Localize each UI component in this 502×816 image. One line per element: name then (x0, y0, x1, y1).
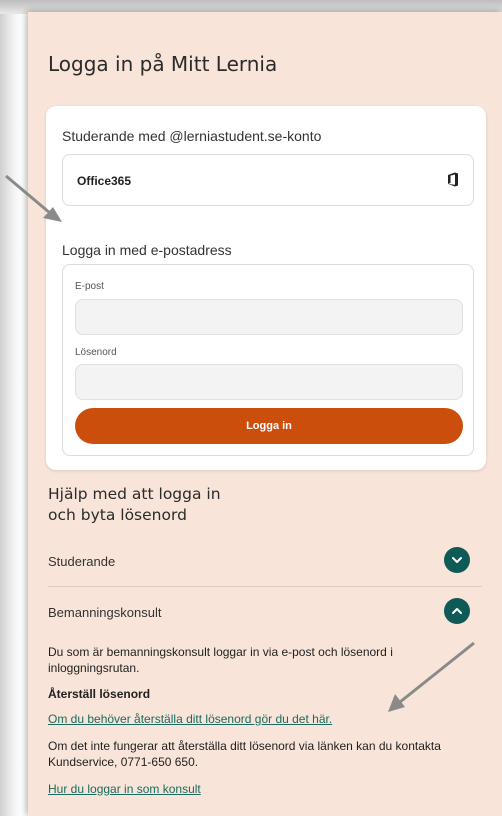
office365-login-button[interactable]: Office365 (62, 154, 474, 206)
consultant-login-help-link[interactable]: Hur du loggar in som konsult (48, 782, 201, 796)
office-icon (447, 172, 459, 187)
password-field[interactable] (75, 364, 463, 400)
reset-password-link[interactable]: Om du behöver återställa ditt lösenord g… (48, 712, 332, 726)
office365-label: Office365 (77, 174, 132, 188)
login-card: Studerande med @lerniastudent.se-konto O… (46, 106, 486, 470)
email-field[interactable] (75, 299, 463, 335)
reset-password-heading: Återställ lösenord (48, 687, 151, 701)
help-heading-line1: Hjälp med att logga in (48, 485, 221, 503)
password-label: Lösenord (75, 347, 117, 358)
accordion-item-bemanningskonsult[interactable]: Bemanningskonsult (48, 598, 482, 626)
consultant-info-text: Du som är bemanningskonsult loggar in vi… (48, 645, 393, 675)
login-panel: Logga in på Mitt Lernia Studerande med @… (28, 12, 502, 816)
login-button[interactable]: Logga in (75, 408, 463, 444)
student-section-label: Studerande med @lerniastudent.se-konto (62, 128, 322, 144)
chevron-down-icon[interactable] (444, 547, 470, 573)
email-label: E-post (75, 281, 104, 292)
customer-service-text: Om det inte fungerar att återställa ditt… (48, 739, 441, 769)
page-title: Logga in på Mitt Lernia (48, 52, 278, 76)
email-login-form: E-post Lösenord Logga in (62, 264, 474, 456)
accordion-divider (48, 586, 482, 587)
accordion-label-bemanningskonsult: Bemanningskonsult (48, 605, 162, 620)
help-heading-line2: och byta lösenord (48, 506, 187, 524)
email-section-label: Logga in med e-postadress (62, 242, 232, 258)
accordion-item-studerande[interactable]: Studerande (48, 547, 482, 575)
help-heading: Hjälp med att logga in och byta lösenord (48, 484, 348, 526)
chevron-up-icon[interactable] (444, 598, 470, 624)
accordion-label-studerande: Studerande (48, 554, 116, 569)
